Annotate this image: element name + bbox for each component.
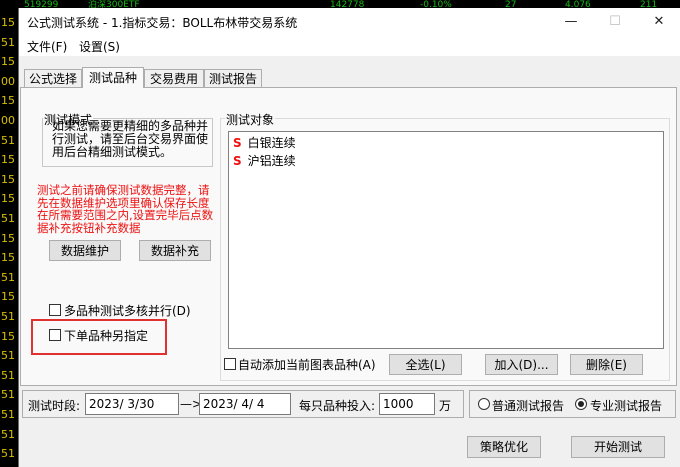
test-objects-list[interactable]: S 白银连续 S 沪铝连续 bbox=[228, 131, 664, 349]
invest-label: 每只品种投入: bbox=[299, 399, 376, 413]
bg-row-code: 15 bbox=[1, 192, 15, 206]
auto-add-label: 自动添加当前图表品种(A) bbox=[238, 358, 376, 372]
bg-row-code: 15 bbox=[1, 16, 15, 29]
bg-row-code: 15 bbox=[1, 251, 15, 265]
list-item-name: 沪铝连续 bbox=[247, 154, 296, 168]
select-all-button[interactable]: 全选(L) bbox=[389, 354, 462, 375]
bg-row-code: 15 bbox=[1, 231, 15, 245]
start-test-button[interactable]: 开始测试 bbox=[571, 436, 665, 458]
bg-row-code: 51 bbox=[1, 388, 15, 402]
test-period-label: 测试时段: bbox=[28, 399, 81, 413]
bg-row-code: 51 bbox=[1, 447, 15, 461]
bg-row-code: 15 bbox=[1, 329, 15, 343]
pro-report-radio[interactable] bbox=[575, 398, 587, 410]
order-specify-label: 下单品种另指定 bbox=[64, 329, 149, 343]
menu-bar: 文件(F) 设置(S) bbox=[19, 35, 680, 56]
tab-test-report[interactable]: 测试报告 bbox=[204, 69, 262, 88]
bg-row-code: 15 bbox=[1, 55, 15, 69]
menu-file[interactable]: 文件(F) bbox=[27, 38, 67, 55]
test-objects-title: 测试对象 bbox=[225, 111, 276, 128]
data-supplement-button[interactable]: 数据补充 bbox=[139, 240, 211, 261]
normal-report-radio[interactable] bbox=[478, 398, 490, 410]
normal-report-label: 普通测试报告 bbox=[492, 399, 565, 413]
list-item[interactable]: S 沪铝连续 bbox=[233, 152, 296, 169]
tab-trading-fees[interactable]: 交易费用 bbox=[144, 69, 204, 88]
bg-row-code: 51 bbox=[1, 368, 15, 382]
bg-row-code: 15 bbox=[1, 153, 15, 167]
bg-row-code: 51 bbox=[1, 212, 15, 225]
end-date-field[interactable]: 2023/ 4/ 4 bbox=[199, 393, 291, 415]
order-specify-checkbox[interactable] bbox=[49, 329, 61, 341]
stock-mark: S bbox=[233, 154, 242, 168]
bg-row-code: 51 bbox=[1, 427, 15, 441]
delete-button[interactable]: 删除(E) bbox=[570, 354, 643, 375]
auto-add-checkbox[interactable] bbox=[224, 358, 236, 370]
pro-report-label: 专业测试报告 bbox=[590, 399, 663, 413]
menu-settings[interactable]: 设置(S) bbox=[79, 38, 120, 55]
invest-unit: 万 bbox=[439, 399, 452, 413]
list-item[interactable]: S 白银连续 bbox=[233, 134, 296, 151]
bg-row-code: 51 bbox=[1, 310, 15, 323]
stock-mark: S bbox=[233, 136, 242, 150]
window-title: 公式测试系统 - 1.指标交易：BOLL布林带交易系统 bbox=[27, 16, 298, 30]
report-type-group: 普通测试报告 专业测试报告 bbox=[469, 390, 676, 418]
multi-core-label: 多品种测试多核并行(D) bbox=[64, 304, 191, 318]
bg-row-code: 15 bbox=[1, 290, 15, 304]
bg-row-code: 15 bbox=[1, 172, 15, 186]
title-bar[interactable]: 公式测试系统 - 1.指标交易：BOLL布林带交易系统 — ☐ ✕ bbox=[19, 8, 680, 35]
test-mode-description: 如果您需要更精细的多品种并行测试，请至后台交易界面使用后台精细测试模式。 bbox=[52, 119, 209, 159]
multi-core-checkbox[interactable] bbox=[49, 304, 61, 316]
maximize-icon: ☐ bbox=[609, 14, 621, 29]
background-code-column: 15 51 15 00 15 00 51 15 15 15 51 15 15 51 15 51 15 51 51 51… bbox=[0, 10, 18, 467]
tab-formula-select[interactable]: 公式选择 bbox=[24, 69, 82, 88]
tab-test-varieties[interactable]: 测试品种 bbox=[82, 67, 144, 88]
bg-row-code: 51 bbox=[1, 349, 15, 363]
bg-row-code: 15 bbox=[1, 94, 15, 108]
bg-row-code: 51 bbox=[1, 408, 15, 421]
close-icon[interactable]: ✕ bbox=[637, 8, 680, 35]
test-varieties-panel: 测试模式 如果您需要更精细的多品种并行测试，请至后台交易界面使用后台精细测试模式… bbox=[20, 87, 677, 386]
data-maintain-button[interactable]: 数据维护 bbox=[49, 240, 121, 261]
start-date-field[interactable]: 2023/ 3/30 bbox=[85, 393, 179, 415]
bg-row-code: 51 bbox=[1, 270, 15, 284]
invest-amount-field[interactable]: 1000 bbox=[379, 393, 435, 415]
bg-row-code: 00 bbox=[1, 74, 15, 88]
strategy-optimize-button[interactable]: 策略优化 bbox=[467, 436, 541, 458]
bg-row-code: 51 bbox=[1, 133, 15, 147]
formula-test-dialog: 公式测试系统 - 1.指标交易：BOLL布林带交易系统 — ☐ ✕ 文件(F) … bbox=[18, 8, 680, 467]
bg-row-code: 51 bbox=[1, 35, 15, 49]
minimize-icon[interactable]: — bbox=[549, 8, 593, 35]
test-period-group: 测试时段: 2023/ 3/30 —> 2023/ 4/ 4 每只品种投入: 1… bbox=[22, 390, 464, 418]
list-item-name: 白银连续 bbox=[247, 136, 296, 150]
data-warning-text: 测试之前请确保测试数据完整，请先在数据维护选项里确认保存长度在所需要范围之内,设… bbox=[37, 183, 214, 235]
add-button[interactable]: 加入(D)... bbox=[485, 354, 558, 375]
bg-row-code: 00 bbox=[1, 114, 15, 127]
